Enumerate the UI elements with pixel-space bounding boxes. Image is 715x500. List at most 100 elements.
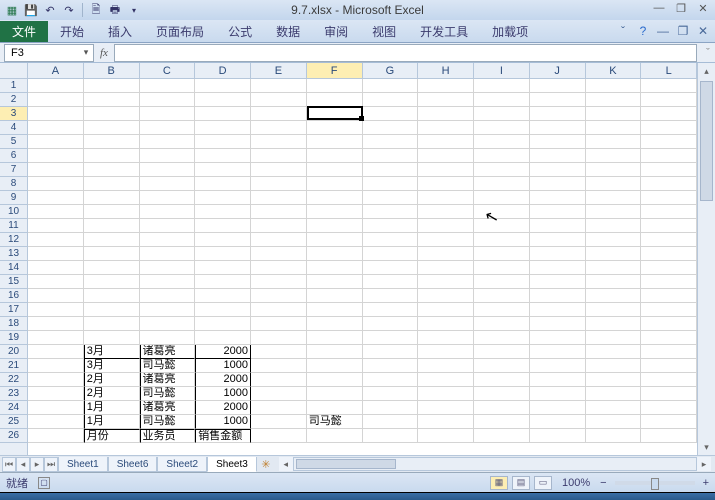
cell[interactable]	[641, 331, 697, 345]
cell[interactable]	[418, 93, 474, 107]
cell[interactable]	[586, 345, 642, 359]
cell[interactable]	[586, 219, 642, 233]
scroll-up-icon[interactable]: ▴	[698, 63, 715, 79]
cell[interactable]	[140, 149, 196, 163]
cell[interactable]	[586, 121, 642, 135]
cell[interactable]	[586, 401, 642, 415]
cell[interactable]	[530, 289, 586, 303]
qat-dropdown-icon[interactable]: ▾	[126, 2, 142, 18]
cell[interactable]	[307, 359, 363, 373]
cell[interactable]	[84, 247, 140, 261]
cell[interactable]	[363, 387, 419, 401]
column-header[interactable]: L	[641, 63, 697, 78]
cell[interactable]	[251, 401, 307, 415]
sheet-tab[interactable]: Sheet1	[58, 457, 108, 472]
cell[interactable]	[363, 205, 419, 219]
cell[interactable]	[140, 303, 196, 317]
close-icon[interactable]: ✕	[693, 1, 713, 15]
cell[interactable]	[84, 219, 140, 233]
cell[interactable]	[307, 135, 363, 149]
new-sheet-icon[interactable]: ✳	[257, 458, 275, 471]
cell[interactable]	[530, 135, 586, 149]
cell[interactable]	[140, 177, 196, 191]
cell[interactable]	[140, 331, 196, 345]
row-header[interactable]: 21	[0, 359, 27, 373]
scroll-down-icon[interactable]: ▾	[698, 439, 715, 455]
cell[interactable]	[195, 205, 251, 219]
cell[interactable]	[474, 107, 530, 121]
row-header[interactable]: 1	[0, 79, 27, 93]
cell[interactable]	[363, 191, 419, 205]
cell[interactable]	[586, 163, 642, 177]
cell[interactable]	[641, 401, 697, 415]
tab-nav-next-icon[interactable]: ▸	[30, 457, 44, 472]
undo-icon[interactable]: ↶	[42, 2, 58, 18]
ribbon-tab-0[interactable]: 开始	[48, 21, 96, 42]
cell[interactable]	[28, 317, 84, 331]
cell[interactable]	[474, 303, 530, 317]
cell[interactable]: 3月	[84, 359, 140, 373]
name-box-dropdown-icon[interactable]: ▾	[79, 47, 93, 58]
cell[interactable]	[363, 121, 419, 135]
cell[interactable]	[251, 247, 307, 261]
cell[interactable]	[474, 359, 530, 373]
cell[interactable]	[307, 387, 363, 401]
ribbon-tab-7[interactable]: 开发工具	[408, 21, 480, 42]
cell[interactable]	[307, 261, 363, 275]
cell[interactable]	[28, 79, 84, 93]
cell[interactable]	[307, 429, 363, 443]
cell[interactable]: 1000	[195, 359, 251, 373]
cell[interactable]	[530, 149, 586, 163]
cell[interactable]	[586, 415, 642, 429]
cell[interactable]	[363, 415, 419, 429]
column-header[interactable]: B	[84, 63, 140, 78]
formula-bar-expand-icon[interactable]: ˇ	[701, 47, 715, 59]
cell[interactable]: 诸葛亮	[140, 373, 196, 387]
cell[interactable]	[251, 177, 307, 191]
cell[interactable]	[28, 107, 84, 121]
cell[interactable]	[251, 163, 307, 177]
cell[interactable]	[140, 93, 196, 107]
name-box[interactable]: F3 ▾	[4, 44, 94, 62]
cell[interactable]	[28, 191, 84, 205]
row-header[interactable]: 13	[0, 247, 27, 261]
cell[interactable]	[28, 303, 84, 317]
cell[interactable]	[28, 275, 84, 289]
cell[interactable]	[474, 415, 530, 429]
row-header[interactable]: 18	[0, 317, 27, 331]
cell[interactable]	[307, 233, 363, 247]
zoom-out-icon[interactable]: −	[600, 477, 606, 489]
cell[interactable]: 2000	[195, 373, 251, 387]
cell[interactable]	[530, 387, 586, 401]
row-header[interactable]: 17	[0, 303, 27, 317]
cell[interactable]	[418, 219, 474, 233]
restore-icon[interactable]: ❐	[671, 1, 691, 15]
cell[interactable]	[530, 205, 586, 219]
cell[interactable]	[418, 149, 474, 163]
cell[interactable]	[641, 275, 697, 289]
cell[interactable]	[251, 219, 307, 233]
cell[interactable]	[28, 261, 84, 275]
cell[interactable]	[251, 289, 307, 303]
cell[interactable]	[195, 289, 251, 303]
wb-restore-icon[interactable]: ❐	[675, 23, 691, 39]
ribbon-tab-6[interactable]: 视图	[360, 21, 408, 42]
cell[interactable]	[530, 247, 586, 261]
cell[interactable]	[307, 149, 363, 163]
cell[interactable]	[28, 233, 84, 247]
cell[interactable]	[307, 177, 363, 191]
row-header[interactable]: 26	[0, 429, 27, 443]
cell[interactable]	[195, 331, 251, 345]
column-header[interactable]: K	[586, 63, 642, 78]
cell[interactable]	[251, 415, 307, 429]
row-header[interactable]: 11	[0, 219, 27, 233]
cell[interactable]	[28, 401, 84, 415]
row-header[interactable]: 9	[0, 191, 27, 205]
row-header[interactable]: 5	[0, 135, 27, 149]
cell[interactable]	[530, 177, 586, 191]
cell[interactable]	[474, 261, 530, 275]
tab-nav-first-icon[interactable]: ⏮	[2, 457, 16, 472]
cell[interactable]	[418, 331, 474, 345]
cell[interactable]	[307, 121, 363, 135]
cell[interactable]	[251, 233, 307, 247]
